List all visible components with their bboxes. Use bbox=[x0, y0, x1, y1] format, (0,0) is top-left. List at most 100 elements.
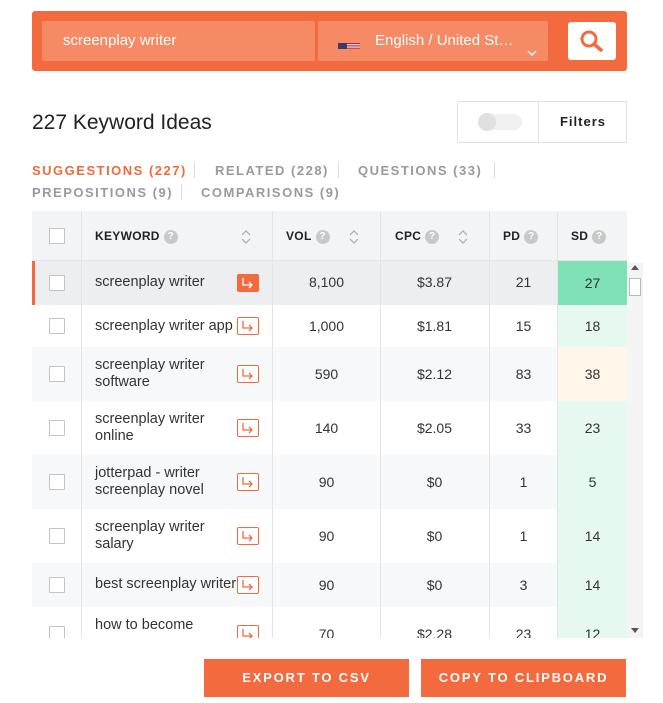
keyword-cell[interactable]: screenplay writer software bbox=[95, 357, 235, 391]
tab-prepositions[interactable]: PREPOSITIONS (9) bbox=[32, 185, 173, 200]
sort-icon[interactable] bbox=[349, 229, 359, 245]
page-title: 227 Keyword Ideas bbox=[32, 111, 212, 134]
chevron-down-icon bbox=[526, 35, 538, 56]
add-to-list-icon[interactable] bbox=[237, 419, 259, 437]
cpc-cell: $2.28 bbox=[416, 626, 453, 638]
column-divider bbox=[272, 211, 273, 638]
table-header: KEYWORD? VOL? CPC? PD? SD? bbox=[32, 211, 627, 261]
sort-icon[interactable] bbox=[458, 229, 468, 245]
table-row[interactable]: screenplay writer online 140 $2.05 33 23 bbox=[32, 401, 627, 455]
table-row[interactable]: screenplay writer 8,100 $3.87 21 27 bbox=[32, 261, 627, 305]
header-pd-label: PD bbox=[503, 229, 521, 243]
export-csv-button[interactable]: EXPORT TO CSV bbox=[204, 659, 409, 697]
table-row[interactable]: screenplay writer software 590 $2.12 83 3… bbox=[32, 347, 627, 401]
row-checkbox[interactable] bbox=[49, 366, 65, 382]
filters-button[interactable]: Filters bbox=[539, 102, 627, 142]
keyword-cell[interactable]: best screenplay writer bbox=[95, 576, 245, 593]
help-icon[interactable]: ? bbox=[315, 230, 330, 244]
table-row[interactable]: best screenplay writer 90 $0 3 14 bbox=[32, 563, 627, 607]
table-row[interactable]: screenplay writer app 1,000 $1.81 15 18 bbox=[32, 305, 627, 347]
tab-questions[interactable]: QUESTIONS (33) bbox=[358, 163, 482, 178]
row-checkbox[interactable] bbox=[49, 275, 65, 291]
pd-cell: 23 bbox=[515, 626, 532, 638]
vol-cell: 8,100 bbox=[308, 274, 345, 290]
language-select[interactable]: English / United Sta... bbox=[318, 21, 548, 61]
header-keyword[interactable]: KEYWORD? bbox=[95, 211, 178, 261]
sd-cell: 5 bbox=[558, 455, 627, 509]
cpc-cell: $0 bbox=[426, 528, 443, 544]
add-to-list-icon[interactable] bbox=[237, 527, 259, 545]
keyword-cell[interactable]: screenplay writer online bbox=[95, 411, 235, 445]
search-icon bbox=[580, 30, 603, 52]
sd-cell: 27 bbox=[558, 261, 627, 305]
help-icon[interactable]: ? bbox=[592, 230, 607, 244]
search-button[interactable] bbox=[568, 22, 616, 60]
row-checkbox[interactable] bbox=[49, 420, 65, 436]
vol-cell: 90 bbox=[318, 474, 335, 490]
add-to-list-icon[interactable] bbox=[237, 274, 259, 292]
table-scrollbar[interactable] bbox=[627, 263, 643, 638]
vol-cell: 90 bbox=[318, 577, 335, 593]
keyword-table: KEYWORD? VOL? CPC? PD? SD? screenplay wr… bbox=[32, 211, 643, 638]
row-checkbox[interactable] bbox=[49, 528, 65, 544]
help-icon[interactable]: ? bbox=[163, 230, 178, 244]
vol-cell: 140 bbox=[314, 420, 339, 436]
add-to-list-icon[interactable] bbox=[237, 317, 259, 335]
table-row[interactable]: how to become 70 $2.28 23 12 bbox=[32, 607, 627, 638]
help-icon[interactable]: ? bbox=[425, 230, 440, 244]
sd-cell: 18 bbox=[558, 305, 627, 347]
keyword-cell[interactable]: jotterpad - writer screenplay novel bbox=[95, 465, 235, 499]
add-to-list-icon[interactable] bbox=[237, 473, 259, 491]
pd-cell: 15 bbox=[515, 318, 532, 334]
filters-toggle[interactable] bbox=[478, 113, 522, 131]
vol-cell: 1,000 bbox=[308, 318, 345, 334]
row-checkbox[interactable] bbox=[49, 577, 65, 593]
search-bar: screenplay writer English / United Sta..… bbox=[32, 11, 627, 71]
scroll-down-icon[interactable] bbox=[631, 628, 639, 633]
scroll-thumb[interactable] bbox=[629, 278, 641, 296]
pd-cell: 83 bbox=[515, 366, 532, 382]
header-cpc-label: CPC bbox=[395, 229, 422, 243]
pd-cell: 3 bbox=[519, 577, 528, 593]
add-to-list-icon[interactable] bbox=[237, 576, 259, 594]
tab-suggestions[interactable]: SUGGESTIONS (227) bbox=[32, 163, 187, 178]
copy-clipboard-button[interactable]: COPY TO CLIPBOARD bbox=[421, 659, 626, 697]
language-label: English / United Sta... bbox=[375, 32, 515, 49]
row-checkbox[interactable] bbox=[49, 474, 65, 490]
tab-separator bbox=[194, 162, 195, 178]
keyword-cell[interactable]: how to become bbox=[95, 617, 235, 634]
help-icon[interactable]: ? bbox=[524, 230, 539, 244]
select-all-checkbox[interactable] bbox=[49, 228, 65, 244]
row-checkbox[interactable] bbox=[49, 318, 65, 334]
pd-cell: 1 bbox=[519, 474, 528, 490]
header-pd[interactable]: PD? bbox=[503, 211, 539, 261]
vol-cell: 90 bbox=[318, 528, 335, 544]
row-checkbox[interactable] bbox=[49, 626, 65, 638]
filters-panel: Filters bbox=[457, 101, 627, 143]
tab-separator bbox=[338, 162, 339, 178]
sd-cell: 12 bbox=[558, 607, 627, 638]
keyword-cell[interactable]: screenplay writer salary bbox=[95, 519, 235, 553]
pd-cell: 21 bbox=[515, 274, 532, 290]
add-to-list-icon[interactable] bbox=[237, 625, 259, 638]
tab-separator bbox=[494, 162, 495, 178]
sd-cell: 38 bbox=[558, 347, 627, 401]
scroll-up-icon[interactable] bbox=[631, 265, 639, 270]
keyword-cell[interactable]: screenplay writer app bbox=[95, 318, 245, 335]
header-vol[interactable]: VOL? bbox=[286, 211, 330, 261]
tab-comparisons[interactable]: COMPARISONS (9) bbox=[201, 185, 340, 200]
header-sd[interactable]: SD? bbox=[571, 211, 607, 261]
add-to-list-icon[interactable] bbox=[237, 365, 259, 383]
column-divider bbox=[557, 211, 558, 638]
search-input[interactable]: screenplay writer bbox=[42, 21, 315, 61]
sort-icon[interactable] bbox=[241, 229, 251, 245]
table-row[interactable]: screenplay writer salary 90 $0 1 14 bbox=[32, 509, 627, 563]
sd-cell: 14 bbox=[558, 509, 627, 563]
keyword-cell[interactable]: screenplay writer bbox=[95, 274, 235, 291]
table-row[interactable]: jotterpad - writer screenplay novel 90 $0… bbox=[32, 455, 627, 509]
sd-cell: 23 bbox=[558, 401, 627, 455]
sd-cell: 14 bbox=[558, 563, 627, 607]
header-sd-label: SD bbox=[571, 229, 589, 243]
header-cpc[interactable]: CPC? bbox=[395, 211, 440, 261]
tab-related[interactable]: RELATED (228) bbox=[215, 163, 329, 178]
